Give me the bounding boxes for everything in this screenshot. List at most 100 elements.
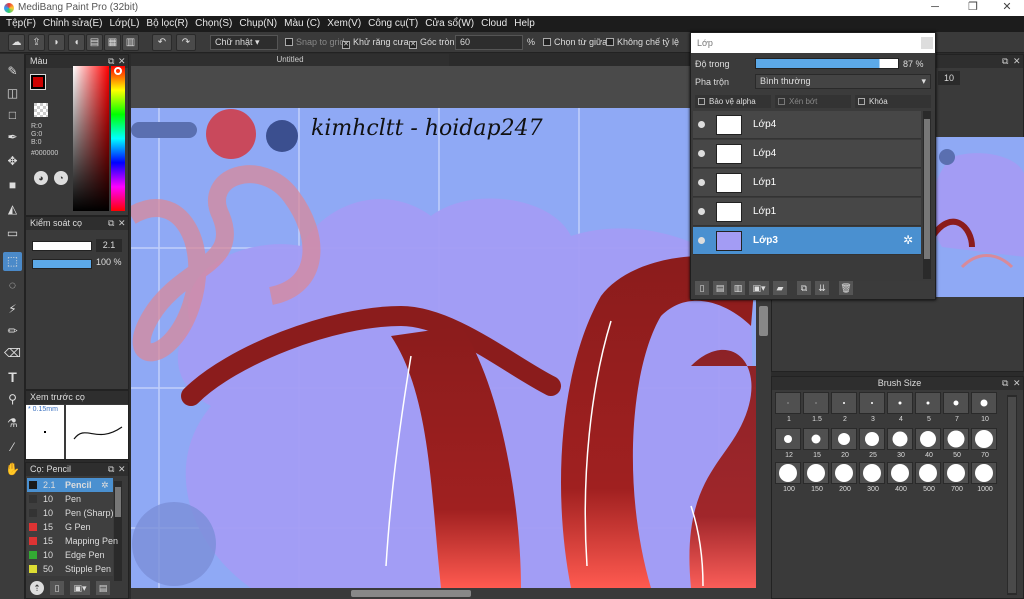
brush-item[interactable]: 10 Pen [27, 492, 113, 506]
menu-cloud[interactable]: Cloud [479, 16, 512, 32]
menu-filter[interactable]: Bộ lọc(R) [144, 16, 193, 32]
menu-window[interactable]: Cửa sổ(W) [423, 16, 479, 32]
brush-size-cell[interactable]: 12 [775, 428, 801, 459]
lasso-tool-icon[interactable]: ◌ [3, 276, 22, 295]
brush-size-scrollbar[interactable] [1007, 395, 1017, 595]
brush-size-cell[interactable]: 15 [803, 428, 829, 459]
menu-view[interactable]: Xem(V) [325, 16, 366, 32]
shape-select[interactable]: Chữ nhật ▾ [210, 35, 278, 50]
brush-list-scrollbar[interactable] [114, 481, 122, 581]
hue-slider[interactable] [111, 66, 125, 211]
brush-size-cell[interactable]: 200 [831, 462, 857, 493]
panel-close-icon[interactable]: ✕ [1013, 377, 1021, 389]
undock-icon[interactable]: ⧉ [1002, 377, 1008, 389]
text-tool-icon[interactable]: T [3, 368, 22, 387]
protect-alpha-checkbox[interactable]: Bảo vệ alpha [695, 95, 771, 108]
speech-icon[interactable]: ◖ [68, 34, 85, 51]
menu-file[interactable]: Tệp(F) [4, 16, 41, 32]
drawing-canvas[interactable] [131, 66, 771, 599]
layer-row-selected[interactable]: Lớp3 ✲ [693, 227, 921, 255]
layer-row[interactable]: Lớp1 [693, 169, 921, 197]
undock-icon[interactable]: ⧉ [108, 217, 114, 229]
menu-help[interactable]: Help [512, 16, 540, 32]
brush-size-cell[interactable]: 1.5 [803, 392, 829, 423]
brush-item[interactable]: 10 Pen (Sharp) [27, 506, 114, 520]
add-brush-icon[interactable]: ⇡ [30, 581, 44, 595]
brush-size-cell[interactable]: 20 [831, 428, 857, 459]
duplicate-layer-icon[interactable]: ⧉ [797, 281, 811, 295]
ratio-checkbox[interactable]: Không chế tỷ lệ [606, 37, 679, 48]
operation-tool-icon[interactable]: ⚲ [3, 390, 22, 409]
eye-icon[interactable] [698, 208, 705, 215]
brush-item[interactable]: 2.1 Pencil ✲ [27, 478, 113, 492]
export-icon[interactable]: ⇪ [28, 34, 45, 51]
brush-tool-icon[interactable]: ✎ [3, 62, 22, 81]
close-button[interactable]: ✕ [992, 0, 1022, 16]
select-center-checkbox[interactable]: Chọn từ giữa [543, 37, 607, 48]
brush-size-cell[interactable]: 100 [775, 462, 801, 493]
brush-item[interactable]: 10 Edge Pen [27, 548, 113, 562]
undock-icon[interactable]: ⧉ [1002, 55, 1008, 67]
brush-size-cell[interactable]: 150 [803, 462, 829, 493]
select-eraser-tool-icon[interactable]: ⌫ [3, 344, 22, 363]
redo-icon[interactable]: ↷ [176, 34, 196, 51]
eraser-tool-icon[interactable]: ◫ [3, 84, 22, 103]
layer-panel-close-icon[interactable] [921, 37, 933, 49]
dot-tool-icon[interactable]: □ [3, 106, 22, 125]
round-corner-checkbox[interactable]: ✕ Góc tròn [409, 37, 455, 49]
layer-scrollbar[interactable] [923, 111, 931, 279]
brush-size-cell[interactable]: 25 [859, 428, 885, 459]
color-picker-icon[interactable]: ◔ [54, 171, 68, 185]
brush-size-cell[interactable]: 1 [775, 392, 801, 423]
new-brush-icon[interactable]: ▯ [50, 581, 64, 595]
menu-select[interactable]: Chọn(S) [193, 16, 237, 32]
layer-scroll-thumb[interactable] [924, 119, 930, 259]
brush-size-cell[interactable]: 40 [915, 428, 941, 459]
undo-icon[interactable]: ↶ [152, 34, 172, 51]
brush-opacity-slider[interactable] [32, 259, 92, 269]
antialias-checkbox[interactable]: ✕ Khử răng cưa [342, 37, 409, 49]
menu-edit[interactable]: Chỉnh sửa(E) [41, 16, 108, 32]
eye-icon[interactable] [698, 179, 705, 186]
gear-icon[interactable]: ✲ [903, 233, 913, 247]
brush-size-cell[interactable]: 300 [859, 462, 885, 493]
layer-row[interactable]: Lớp1 [693, 198, 921, 226]
select-tool-icon[interactable]: ⬚ [3, 252, 22, 271]
foreground-swatch[interactable] [30, 74, 46, 90]
panel-close-icon[interactable]: ✕ [118, 463, 126, 475]
brush-size-cell[interactable]: 2 [831, 392, 857, 423]
panel-close-icon[interactable]: ✕ [118, 217, 126, 229]
comment-icon[interactable]: ◗ [48, 34, 65, 51]
brush-size-cell[interactable]: 30 [887, 428, 913, 459]
new-halftone-layer-icon[interactable]: ▤ [713, 281, 727, 295]
palette-icon[interactable]: ◕ [34, 171, 48, 185]
layer-panel-header[interactable]: Lớp [691, 33, 935, 53]
eye-icon[interactable] [698, 121, 705, 128]
brush-size-cell[interactable]: 4 [887, 392, 913, 423]
brush-size-cell[interactable]: 700 [943, 462, 969, 493]
hue-handle[interactable] [114, 67, 122, 75]
brush-settings-icon[interactable]: ▤ [96, 581, 110, 595]
page-icon[interactable]: ▤ [86, 34, 103, 51]
pen-tool-icon[interactable]: ✒ [3, 128, 22, 147]
menu-layer[interactable]: Lớp(L) [108, 16, 145, 32]
new-1bit-layer-icon[interactable]: ▥ [731, 281, 745, 295]
folder-icon[interactable]: ▰ [773, 281, 787, 295]
magic-wand-tool-icon[interactable]: ⚡ [3, 300, 22, 319]
saturation-value-picker[interactable] [73, 66, 109, 211]
bucket-tool-icon[interactable]: ◭ [3, 200, 22, 219]
zoom-value[interactable]: 10 [938, 71, 960, 85]
brush-size-cell[interactable]: 1000 [971, 462, 997, 493]
blend-mode-select[interactable]: Bình thường ▾ [755, 74, 931, 89]
eyedropper2-tool-icon[interactable]: ⁄ [3, 438, 22, 457]
layer-row[interactable]: Lớp4 [693, 111, 921, 139]
brush-size-cell[interactable]: 70 [971, 428, 997, 459]
eye-icon[interactable] [698, 237, 705, 244]
trash-icon[interactable]: 🗑 [839, 281, 853, 295]
fill-rect-tool-icon[interactable]: ■ [3, 176, 22, 195]
round-value-input[interactable]: 60 [455, 35, 523, 50]
minimize-button[interactable]: ─ [920, 0, 950, 16]
clipping-checkbox[interactable]: Xén bớt [775, 95, 851, 108]
brush-size-value[interactable]: 2.1 [96, 239, 122, 252]
snap-checkbox[interactable]: Snap to grid [285, 37, 345, 48]
